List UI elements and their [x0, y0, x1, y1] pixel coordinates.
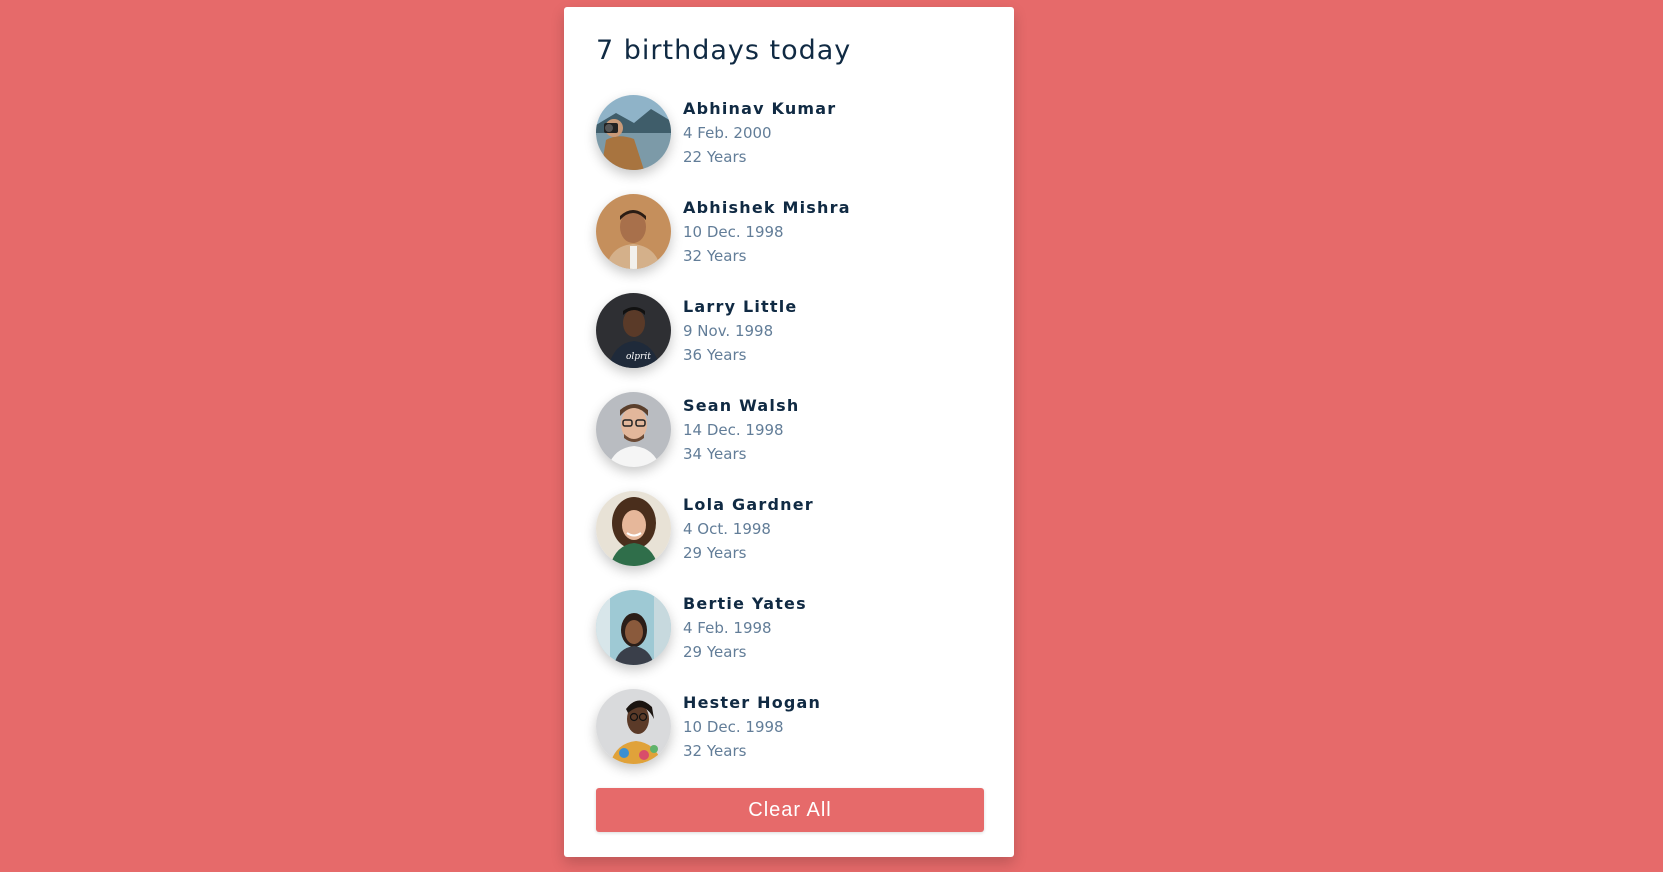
- list-item: olprit Larry Little 9 Nov. 1998 36 Years: [596, 293, 982, 368]
- person-birthdate: 4 Feb. 2000: [683, 123, 772, 142]
- person-name: Lola Gardner: [683, 494, 814, 514]
- person-name: Larry Little: [683, 296, 798, 316]
- person-age: 22 Years: [683, 147, 747, 166]
- list-item: Abhinav Kumar 4 Feb. 2000 22 Years: [596, 95, 982, 170]
- avatar: [596, 689, 671, 764]
- avatar: [596, 194, 671, 269]
- avatar: [596, 95, 671, 170]
- person-birthdate: 10 Dec. 1998: [683, 222, 784, 241]
- svg-text:olprit: olprit: [626, 352, 651, 362]
- person-age: 36 Years: [683, 345, 747, 364]
- person-birthdate: 4 Oct. 1998: [683, 519, 771, 538]
- page-title: 7 birthdays today: [596, 35, 852, 66]
- person-info: Hester Hogan 10 Dec. 1998 32 Years: [683, 691, 821, 763]
- person-name: Abhishek Mishra: [683, 197, 851, 217]
- avatar: [596, 392, 671, 467]
- person-birthdate: 9 Nov. 1998: [683, 321, 774, 340]
- person-info: Lola Gardner 4 Oct. 1998 29 Years: [683, 493, 814, 565]
- person-birthdate: 14 Dec. 1998: [683, 420, 784, 439]
- person-name: Abhinav Kumar: [683, 98, 837, 118]
- person-birthdate: 10 Dec. 1998: [683, 717, 784, 736]
- person-name: Hester Hogan: [683, 692, 822, 712]
- person-info: Bertie Yates 4 Feb. 1998 29 Years: [683, 592, 807, 664]
- person-info: Abhishek Mishra 10 Dec. 1998 32 Years: [683, 196, 851, 268]
- list-item: Lola Gardner 4 Oct. 1998 29 Years: [596, 491, 982, 566]
- person-age: 32 Years: [683, 741, 747, 760]
- person-info: Abhinav Kumar 4 Feb. 2000 22 Years: [683, 97, 836, 169]
- avatar: [596, 491, 671, 566]
- list-item: Hester Hogan 10 Dec. 1998 32 Years: [596, 689, 982, 764]
- list-item: Abhishek Mishra 10 Dec. 1998 32 Years: [596, 194, 982, 269]
- person-age: 32 Years: [683, 246, 747, 265]
- avatar: [596, 590, 671, 665]
- person-name: Sean Walsh: [683, 395, 800, 415]
- birthday-card: 7 birthdays today Abhinav Kumar 4 Feb. 2…: [564, 7, 1014, 857]
- person-info: Sean Walsh 14 Dec. 1998 34 Years: [683, 394, 799, 466]
- person-age: 34 Years: [683, 444, 747, 463]
- birthday-list: Abhinav Kumar 4 Feb. 2000 22 Years Abhis…: [596, 95, 982, 764]
- list-item: Bertie Yates 4 Feb. 1998 29 Years: [596, 590, 982, 665]
- clear-all-button[interactable]: Clear All: [596, 788, 984, 832]
- person-info: Larry Little 9 Nov. 1998 36 Years: [683, 295, 798, 367]
- person-age: 29 Years: [683, 642, 747, 661]
- person-age: 29 Years: [683, 543, 747, 562]
- person-birthdate: 4 Feb. 1998: [683, 618, 772, 637]
- person-name: Bertie Yates: [683, 593, 807, 613]
- list-item: Sean Walsh 14 Dec. 1998 34 Years: [596, 392, 982, 467]
- avatar: olprit: [596, 293, 671, 368]
